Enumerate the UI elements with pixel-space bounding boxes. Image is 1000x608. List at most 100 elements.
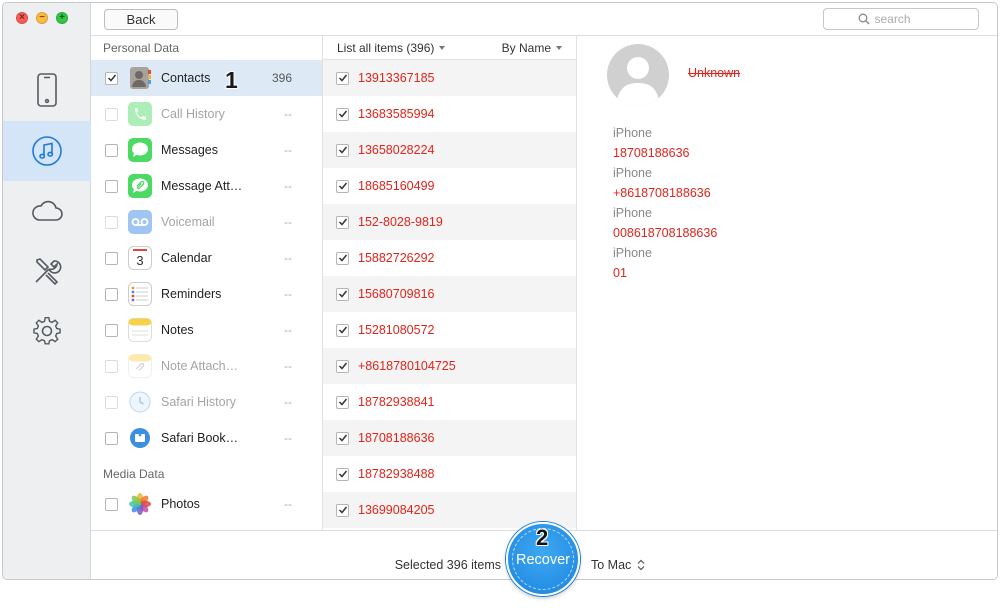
field-label: iPhone	[613, 126, 652, 140]
media-data-title: Media Data	[103, 467, 165, 481]
contact-field: iPhone 01	[613, 243, 652, 283]
contact-checkbox[interactable]	[336, 215, 349, 229]
rail-cloud-button[interactable]	[3, 181, 91, 241]
contact-checkbox[interactable]	[336, 323, 349, 337]
minimize-window-button[interactable]: −	[36, 12, 48, 24]
category-checkbox[interactable]	[105, 431, 118, 445]
contact-row[interactable]: +8618780104725	[323, 348, 576, 384]
rail-device-button[interactable]	[3, 60, 91, 120]
contact-row[interactable]: 18708188636	[323, 420, 576, 456]
sort-label: By Name	[501, 41, 551, 55]
contact-checkbox[interactable]	[336, 287, 349, 301]
sort-dropdown[interactable]: By Name	[502, 41, 562, 55]
category-label: Contacts	[161, 71, 211, 85]
category-row-note-attachment[interactable]: Note Attach… --	[91, 348, 322, 384]
category-row-safari-bookmark[interactable]: Safari Book… --	[91, 420, 322, 456]
music-note-icon	[32, 136, 62, 166]
contact-row[interactable]: 13683585994	[323, 96, 576, 132]
category-label: Reminders	[161, 287, 222, 301]
contact-checkbox[interactable]	[336, 71, 349, 85]
reminders-icon	[128, 282, 152, 306]
contact-checkbox[interactable]	[336, 251, 349, 265]
contact-row[interactable]: 152-8028-9819	[323, 204, 576, 240]
person-silhouette-icon	[616, 57, 660, 106]
field-label: iPhone	[613, 206, 652, 220]
list-filter-dropdown[interactable]: List all items (396)	[337, 41, 446, 55]
category-checkbox[interactable]	[105, 143, 118, 157]
message-attachment-icon	[128, 174, 152, 198]
category-label: Voicemail	[161, 215, 215, 229]
contact-checkbox[interactable]	[336, 503, 349, 517]
updown-chevron-icon	[637, 559, 645, 571]
contact-checkbox[interactable]	[336, 143, 349, 157]
category-count: --	[284, 215, 292, 229]
category-row-photos[interactable]: Photos --	[91, 486, 322, 522]
category-row-phone[interactable]: Call History --	[91, 96, 322, 132]
back-button[interactable]: Back	[104, 9, 178, 30]
field-value: 01	[613, 266, 627, 280]
contact-checkbox[interactable]	[336, 179, 349, 193]
contact-field: iPhone 18708188636	[613, 123, 689, 163]
category-row-reminders[interactable]: Reminders --	[91, 276, 322, 312]
field-value: 008618708188636	[613, 226, 718, 240]
contact-row[interactable]: 18782938841	[323, 384, 576, 420]
chevron-down-icon	[439, 46, 446, 50]
category-checkbox[interactable]	[105, 251, 118, 265]
app-window: × − + Back Personal Data Contacts 396 Call…	[2, 2, 998, 580]
category-checkbox[interactable]	[105, 287, 118, 301]
search-box[interactable]	[823, 8, 979, 30]
category-checkbox[interactable]	[105, 323, 118, 337]
contact-phone: 18685160499	[358, 179, 435, 193]
category-row-messages[interactable]: Messages --	[91, 132, 322, 168]
category-count: --	[284, 179, 292, 193]
close-window-button[interactable]: ×	[16, 12, 28, 24]
contact-row[interactable]: 15281080572	[323, 312, 576, 348]
contact-row[interactable]: 18685160499	[323, 168, 576, 204]
detail-panel: Unknown iPhone 18708188636 iPhone +86187081…	[577, 36, 997, 530]
category-count: --	[284, 431, 292, 445]
contact-checkbox[interactable]	[336, 359, 349, 373]
destination-selector[interactable]: To Mac	[591, 558, 645, 572]
category-label: Notes	[161, 323, 194, 337]
maximize-icon: +	[59, 12, 65, 23]
category-row-contacts[interactable]: Contacts 396	[91, 60, 322, 96]
contact-row[interactable]: 15882726292	[323, 240, 576, 276]
rail-tools-button[interactable]	[3, 241, 91, 301]
category-checkbox[interactable]	[105, 107, 118, 121]
category-row-calendar[interactable]: 3 Calendar --	[91, 240, 322, 276]
contact-row[interactable]: 13658028224	[323, 132, 576, 168]
contact-checkbox[interactable]	[336, 107, 349, 121]
contact-checkbox[interactable]	[336, 431, 349, 445]
category-row-notes[interactable]: Notes --	[91, 312, 322, 348]
category-row-safari-history[interactable]: Safari History --	[91, 384, 322, 420]
note-attachment-icon	[128, 354, 152, 378]
category-checkbox[interactable]	[105, 215, 118, 229]
items-panel: List all items (396) By Name 13913367185…	[323, 36, 577, 530]
category-count: --	[284, 497, 292, 511]
personal-category-list: Contacts 396 Call History -- Messages -- Messa…	[91, 60, 322, 456]
window-controls: × − +	[16, 12, 68, 24]
contact-checkbox[interactable]	[336, 395, 349, 409]
contact-row[interactable]: 13913367185	[323, 60, 576, 96]
category-row-message-attachment[interactable]: Message Att… --	[91, 168, 322, 204]
toolbar: Back	[91, 3, 997, 36]
category-checkbox[interactable]	[105, 359, 118, 373]
phone-icon	[128, 102, 152, 126]
category-checkbox[interactable]	[105, 179, 118, 193]
contact-row[interactable]: 15680709816	[323, 276, 576, 312]
rail-settings-button[interactable]	[3, 301, 91, 361]
contact-row[interactable]: 18782938488	[323, 456, 576, 492]
category-checkbox[interactable]	[105, 71, 118, 85]
contact-phone: +8618780104725	[358, 359, 456, 373]
category-checkbox[interactable]	[105, 497, 118, 511]
contact-checkbox[interactable]	[336, 467, 349, 481]
category-label: Note Attach…	[161, 359, 239, 373]
rail-music-button[interactable]	[3, 121, 91, 181]
contact-phone: 18708188636	[358, 431, 435, 445]
contact-field: iPhone +8618708188636	[613, 163, 711, 203]
category-checkbox[interactable]	[105, 395, 118, 409]
maximize-window-button[interactable]: +	[56, 12, 68, 24]
search-input[interactable]	[874, 12, 945, 26]
contact-name: Unknown	[688, 66, 741, 80]
category-row-voicemail[interactable]: Voicemail --	[91, 204, 322, 240]
